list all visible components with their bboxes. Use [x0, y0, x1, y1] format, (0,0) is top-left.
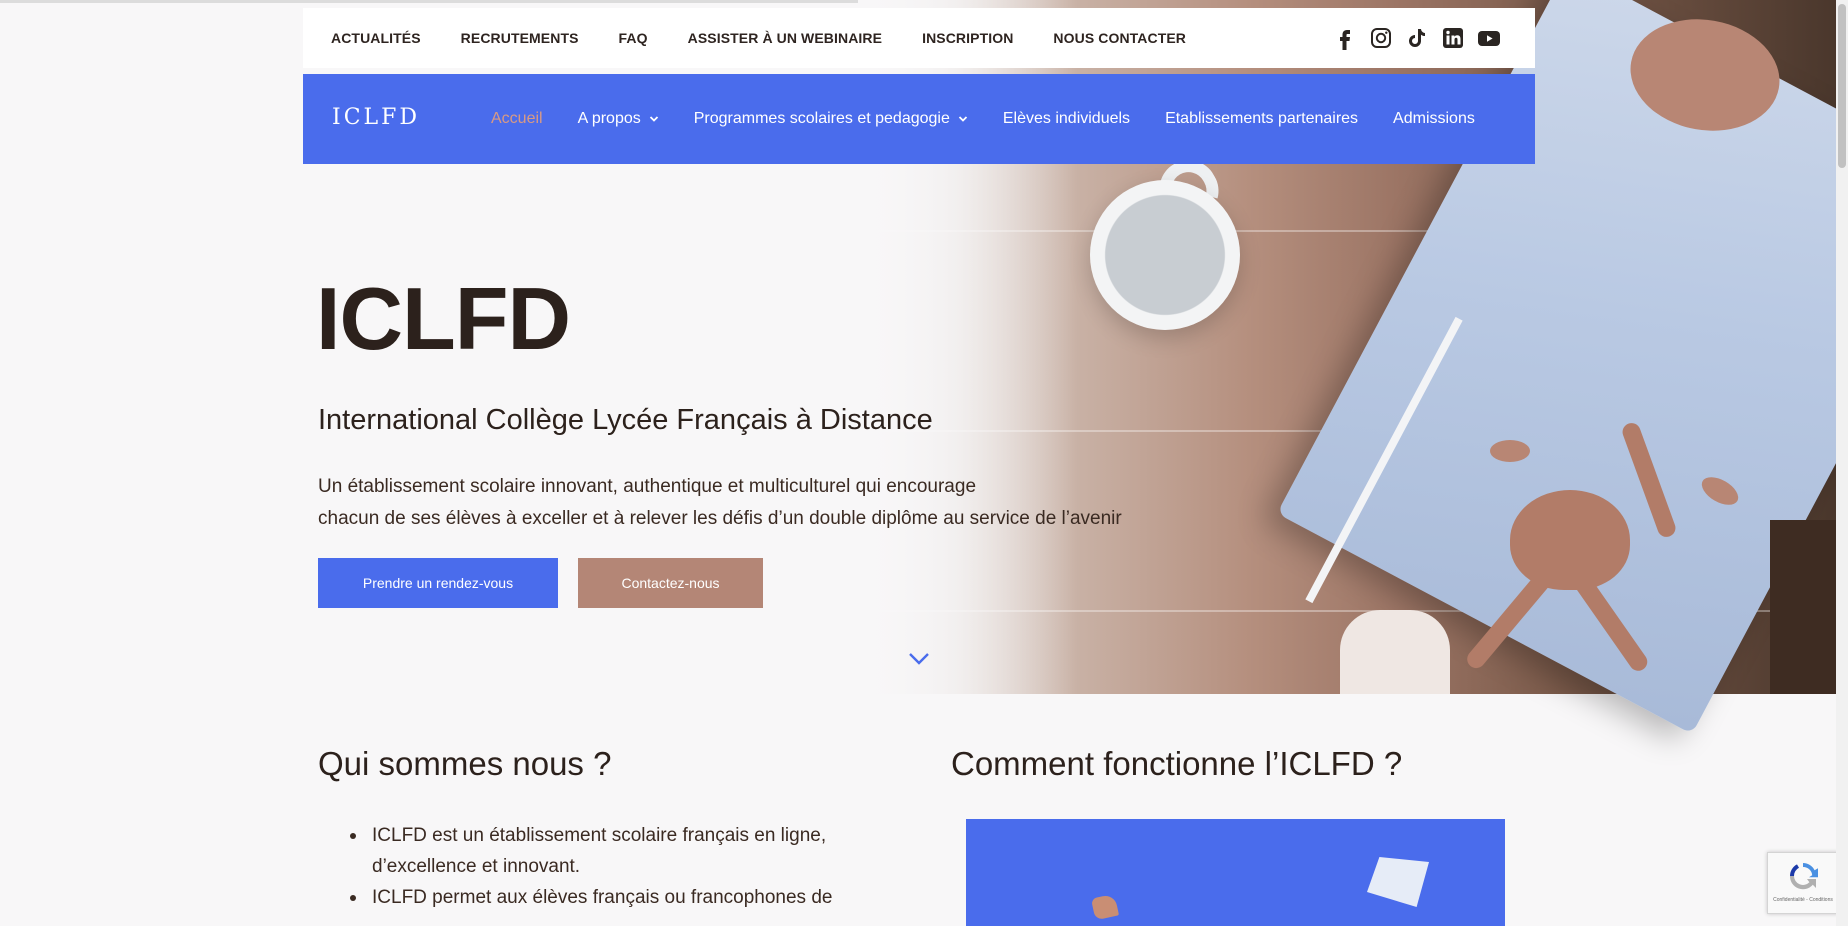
- dark-background-corner: [1770, 520, 1840, 694]
- topbar-link-inscription[interactable]: INSCRIPTION: [922, 30, 1013, 46]
- social-links: [1333, 26, 1501, 50]
- recaptcha-terms[interactable]: Confidentialité - Conditions: [1773, 897, 1833, 903]
- hero-description-line: chacun de ses élèves à exceller et à rel…: [318, 508, 1122, 529]
- recaptcha-icon: [1789, 863, 1818, 890]
- nav-item-label: Admissions: [1393, 110, 1475, 127]
- contact-button[interactable]: Contactez-nous: [578, 558, 763, 608]
- utility-bar: ACTUALITÉS RECRUTEMENTS FAQ ASSISTER À U…: [303, 8, 1535, 68]
- nav-item-admissions[interactable]: Admissions: [1393, 110, 1475, 128]
- hero-description: Un établissement scolaire innovant, auth…: [318, 471, 1198, 535]
- how-it-works-heading: Comment fonctionne l’ICLFD ?: [951, 745, 1403, 782]
- scrollbar-thumb[interactable]: [1838, 4, 1846, 168]
- instagram-icon[interactable]: [1369, 26, 1393, 50]
- about-heading: Qui sommes nous ?: [318, 745, 612, 782]
- chevron-down-icon: [958, 116, 968, 122]
- recaptcha-badge[interactable]: Confidentialité - Conditions: [1767, 852, 1839, 914]
- topbar-link-actualites[interactable]: ACTUALITÉS: [331, 30, 421, 46]
- nav-item-label: Accueil: [491, 110, 543, 127]
- nav-item-label: Elèves individuels: [1002, 110, 1131, 127]
- nav-item-eleves-individuels[interactable]: Elèves individuels: [1003, 110, 1130, 128]
- nav-item-a-propos[interactable]: A propos: [578, 110, 659, 128]
- nav-item-etablissements[interactable]: Etablissements partenaires: [1165, 110, 1358, 128]
- chevron-down-icon: [649, 116, 658, 122]
- appointment-button[interactable]: Prendre un rendez-vous: [318, 558, 558, 608]
- site-logo[interactable]: ICLFD: [332, 105, 420, 130]
- main-navigation: ICLFD Accueil A propos Programmes scolai…: [303, 74, 1535, 164]
- linkedin-icon[interactable]: [1441, 26, 1465, 50]
- tiktok-icon[interactable]: [1405, 26, 1429, 50]
- hero-title: ICLFD: [316, 269, 571, 368]
- octopus-illustration: [1510, 490, 1630, 590]
- nav-item-label: A propos: [577, 110, 641, 127]
- hero-description-line: Un établissement scolaire innovant, auth…: [318, 476, 977, 497]
- list-item: ICLFD est un établissement scolaire fran…: [350, 820, 876, 882]
- topbar-link-recrutements[interactable]: RECRUTEMENTS: [461, 30, 579, 46]
- about-list: ICLFD est un établissement scolaire fran…: [350, 820, 876, 913]
- topbar-link-webinaire[interactable]: ASSISTER À UN WEBINAIRE: [688, 30, 882, 46]
- topbar-link-faq[interactable]: FAQ: [619, 30, 648, 46]
- hero-subtitle: International Collège Lycée Français à D…: [318, 404, 933, 436]
- fish-illustration: [1490, 440, 1530, 462]
- nav-links: Accueil A propos Programmes scolaires et…: [491, 74, 1510, 164]
- list-item: ICLFD permet aux élèves français ou fran…: [350, 882, 876, 913]
- nav-item-programmes[interactable]: Programmes scolaires et pedagogie: [694, 110, 968, 128]
- nav-item-label: Etablissements partenaires: [1165, 110, 1359, 127]
- nav-item-accueil[interactable]: Accueil: [491, 110, 543, 128]
- facebook-icon[interactable]: [1333, 26, 1357, 50]
- youtube-icon[interactable]: [1477, 26, 1501, 50]
- topbar-link-contact[interactable]: NOUS CONTACTER: [1053, 30, 1186, 46]
- hand-holding-book: [1340, 610, 1450, 694]
- coffee-cup: [1090, 180, 1240, 330]
- page: ACTUALITÉS RECRUTEMENTS FAQ ASSISTER À U…: [0, 0, 1848, 926]
- nav-item-label: Programmes scolaires et pedagogie: [693, 110, 950, 127]
- scroll-down-chevron-icon[interactable]: [906, 648, 932, 668]
